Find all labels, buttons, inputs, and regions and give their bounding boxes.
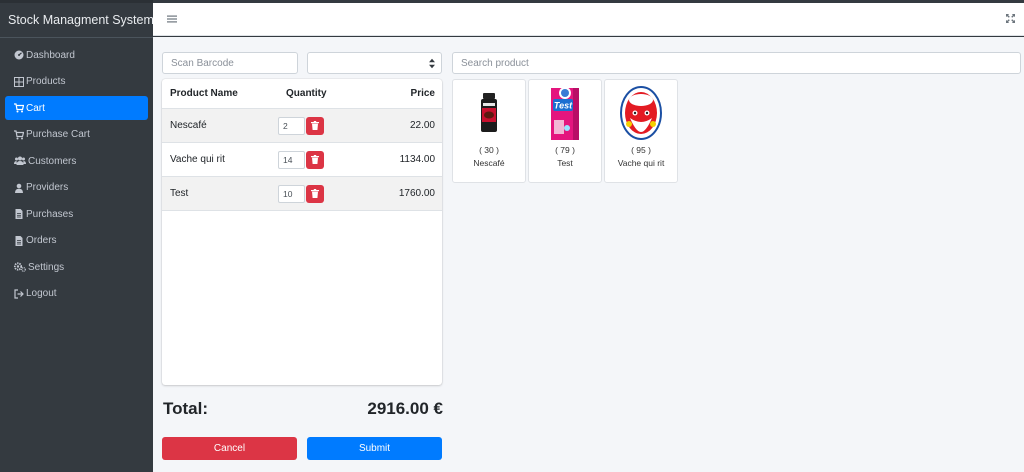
quantity-cell <box>278 116 378 135</box>
sidebar: Stock Managment System Dashboard Product… <box>0 0 154 472</box>
sidebar-item-label: Cart <box>26 102 45 114</box>
detergent-box-image: Test <box>551 87 579 140</box>
cart-item-price: 1134.00 <box>399 154 435 165</box>
cart-item-price: 1760.00 <box>398 188 435 199</box>
file-icon <box>15 209 23 219</box>
sidebar-item-customers[interactable]: Customers <box>5 149 148 173</box>
total-label: Total: <box>163 399 209 418</box>
main-content: Product Name Quantity Price Nescafé 22.0… <box>153 37 1024 472</box>
fullscreen-icon[interactable] <box>1006 14 1015 23</box>
product-name: Test <box>557 158 573 168</box>
delete-item-button[interactable] <box>306 116 324 135</box>
sidebar-item-cart[interactable]: Cart <box>5 96 148 120</box>
gears-icon <box>14 262 26 272</box>
menu-icon[interactable] <box>167 14 177 24</box>
header-price: Price <box>410 88 435 99</box>
cart-icon <box>14 129 24 139</box>
svg-text:Test: Test <box>554 101 573 111</box>
brand[interactable]: Stock Managment System <box>0 3 154 38</box>
app-title: Stock Managment System <box>8 13 154 27</box>
header-product-name: Product Name <box>170 88 238 99</box>
cancel-button[interactable]: Cancel <box>162 437 297 460</box>
table-row: Test 1760.00 <box>162 177 442 211</box>
product-stock: ( 95 ) <box>631 145 651 155</box>
sidebar-item-purchase-cart[interactable]: Purchase Cart <box>5 123 148 147</box>
customer-select[interactable] <box>307 52 442 74</box>
table-row: Nescafé 22.00 <box>162 109 442 143</box>
sidebar-item-label: Logout <box>26 288 57 299</box>
cart-item-name: Nescafé <box>170 120 207 131</box>
sidebar-item-dashboard[interactable]: Dashboard <box>5 43 148 67</box>
cart-table: Product Name Quantity Price Nescafé 22.0… <box>162 79 442 385</box>
search-product-input[interactable] <box>452 52 1021 74</box>
product-image <box>605 83 677 143</box>
product-image: Test <box>529 83 601 143</box>
sign-out-icon <box>14 288 24 299</box>
users-icon <box>14 156 26 165</box>
quantity-input[interactable] <box>278 184 305 203</box>
cheese-box-image <box>620 86 662 140</box>
cart-item-name: Vache qui rit <box>170 154 225 165</box>
sidebar-item-orders[interactable]: Orders <box>5 229 148 253</box>
quantity-input[interactable] <box>278 150 305 169</box>
cart-item-name: Test <box>170 188 189 199</box>
delete-item-button[interactable] <box>306 184 324 203</box>
product-card-nescafe[interactable]: ( 30 ) Nescafé <box>452 79 526 183</box>
top-navbar <box>153 3 1024 36</box>
sidebar-item-logout[interactable]: Logout <box>5 282 148 306</box>
trash-icon <box>311 121 319 130</box>
sidebar-item-products[interactable]: Products <box>5 70 148 94</box>
quantity-cell <box>278 150 378 169</box>
product-stock: ( 79 ) <box>555 145 575 155</box>
sidebar-item-label: Purchase Cart <box>26 129 90 140</box>
file-icon <box>15 235 23 246</box>
trash-icon <box>311 155 319 164</box>
cart-icon <box>14 103 24 113</box>
product-card-vache-qui-rit[interactable]: ( 95 ) Vache qui rit <box>604 79 678 183</box>
product-stock: ( 30 ) <box>479 145 499 155</box>
product-name: Nescafé <box>473 158 505 168</box>
delete-item-button[interactable] <box>306 150 324 169</box>
sidebar-item-label: Purchases <box>26 208 74 220</box>
sidebar-item-label: Settings <box>28 261 65 273</box>
select-arrows-icon <box>429 58 435 69</box>
sidebar-item-settings[interactable]: Settings <box>5 255 148 279</box>
gauge-icon <box>14 50 24 60</box>
sidebar-item-purchases[interactable]: Purchases <box>5 202 148 226</box>
product-card-test[interactable]: Test ( 79 ) Test <box>528 79 602 183</box>
header-quantity: Quantity <box>286 88 327 99</box>
cart-item-price: 22.00 <box>409 120 435 131</box>
cart-table-header: Product Name Quantity Price <box>162 79 442 109</box>
coffee-jar-image <box>481 93 497 132</box>
submit-button[interactable]: Submit <box>307 437 442 460</box>
sidebar-item-label: Orders <box>26 235 57 246</box>
trash-icon <box>311 189 319 198</box>
sidebar-item-label: Customers <box>28 155 77 167</box>
total-value: 2916.00 € <box>367 399 443 418</box>
product-image <box>453 83 525 143</box>
table-row: Vache qui rit 1134.00 <box>162 143 442 177</box>
sidebar-item-label: Providers <box>26 182 69 193</box>
user-icon <box>15 183 23 193</box>
grid-icon <box>14 76 24 87</box>
sidebar-item-label: Dashboard <box>26 49 75 61</box>
quantity-input[interactable] <box>278 116 305 135</box>
quantity-cell <box>278 184 378 203</box>
sidebar-item-label: Products <box>26 76 66 87</box>
product-name: Vache qui rit <box>617 158 665 168</box>
sidebar-nav: Dashboard Products Cart Purchase Cart Cu… <box>0 38 153 306</box>
sidebar-item-providers[interactable]: Providers <box>5 176 148 200</box>
barcode-input[interactable] <box>162 52 298 74</box>
